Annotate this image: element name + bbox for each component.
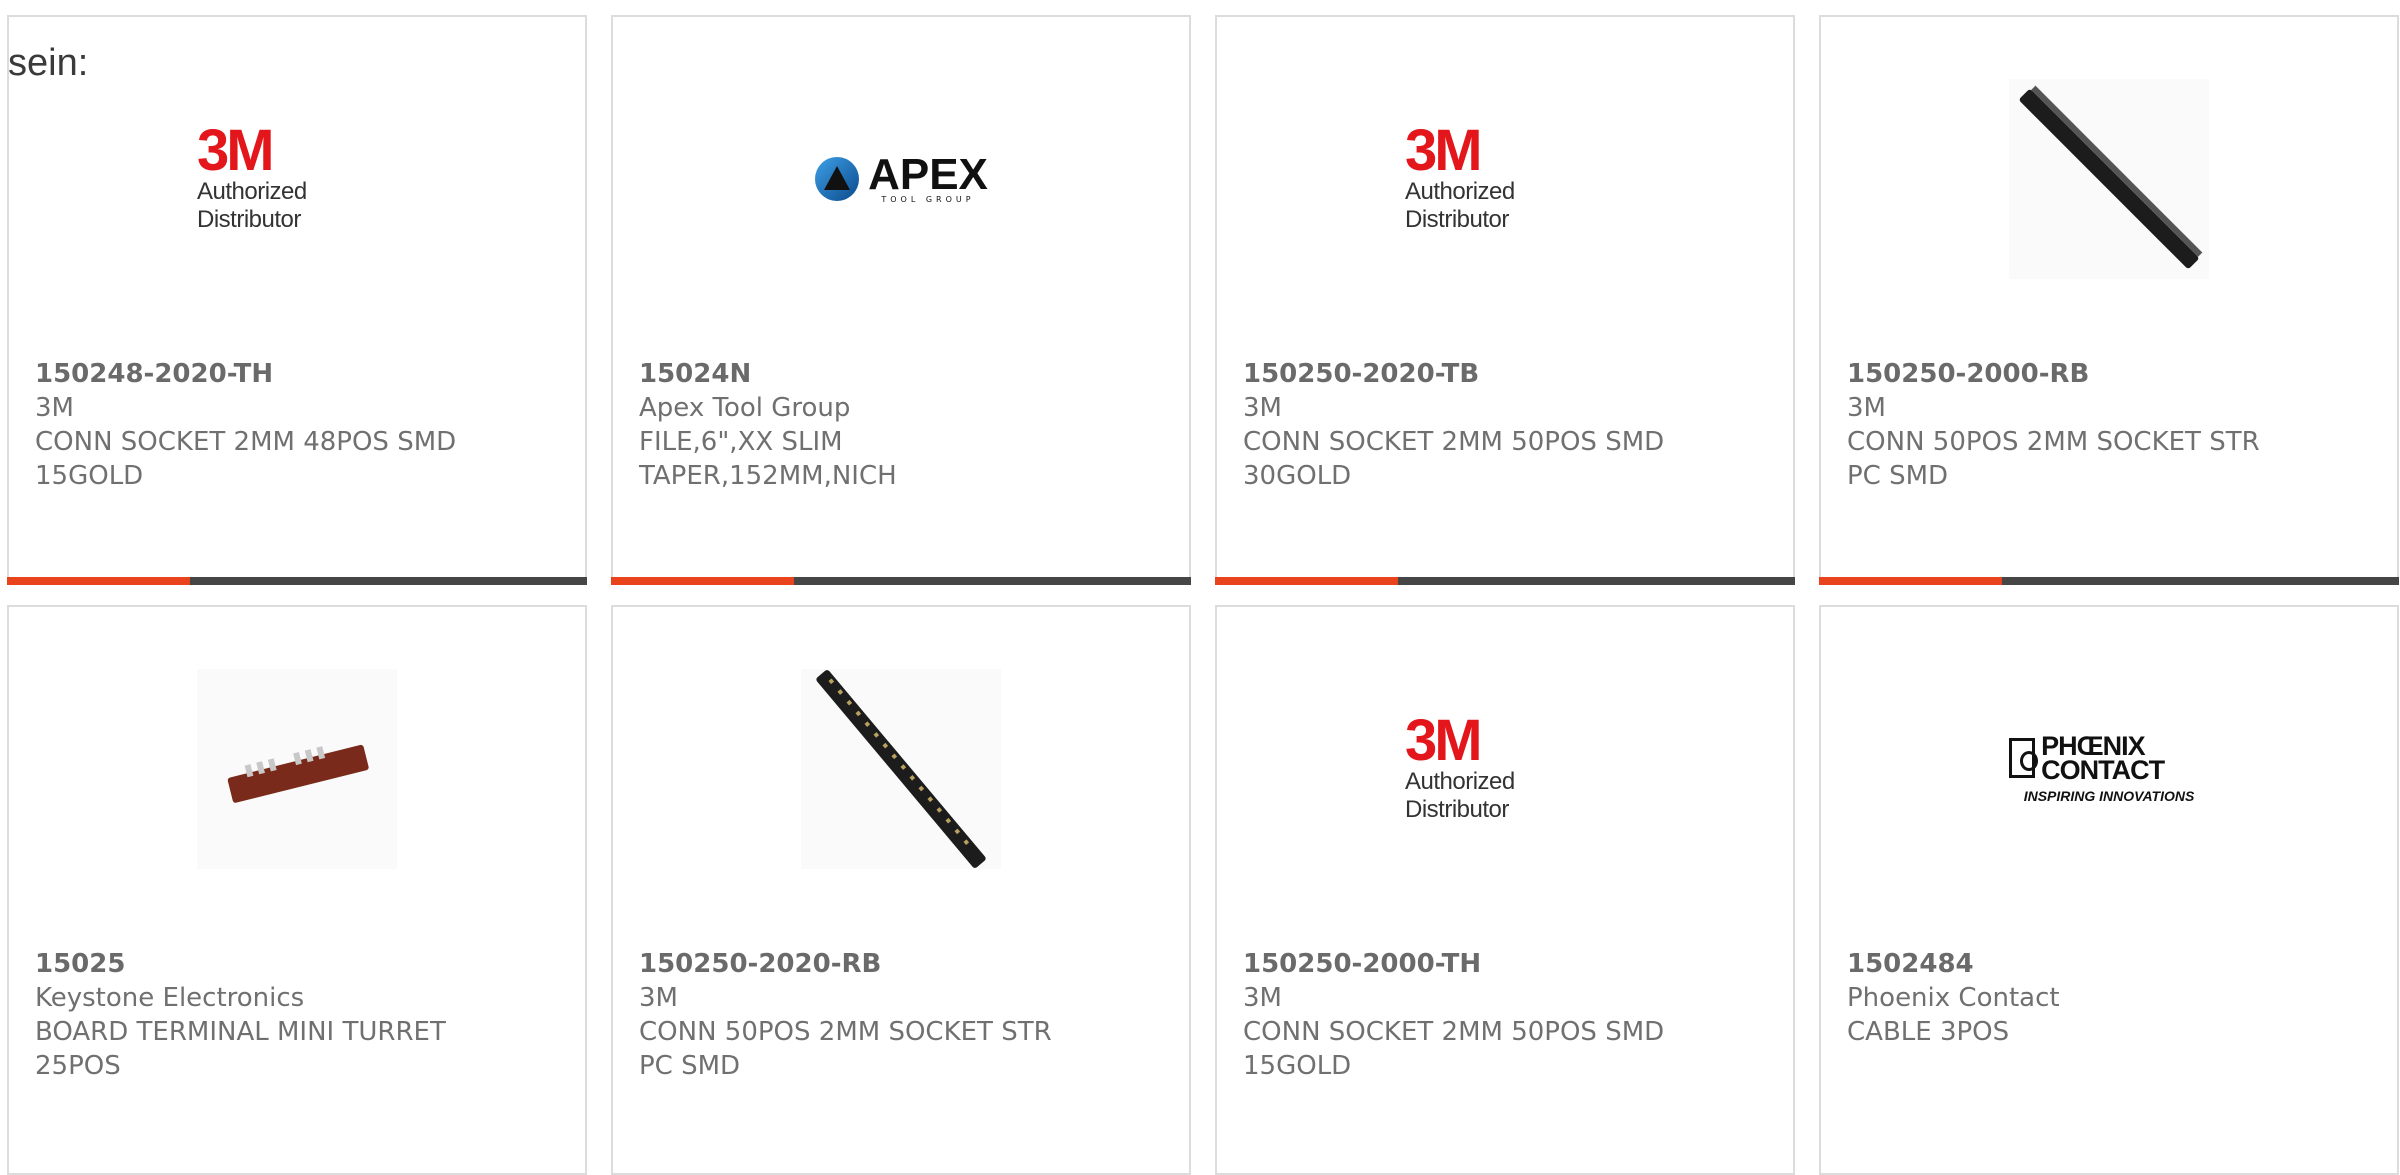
product-card[interactable]: 3M Authorized Distributor 150250-2020-TB … [1215, 15, 1795, 585]
description: FILE,6",XX SLIM TAPER,152MM,NICH [639, 427, 897, 491]
card-bottom-bar [1215, 577, 1795, 585]
apex-logo-image: APEX TOOL GROUP [801, 79, 1001, 279]
manufacturer: 3M [1847, 393, 1886, 423]
part-number[interactable]: 150250-2000-RB [1847, 357, 2377, 391]
product-card[interactable]: 150250-2000-RB 3M CONN 50POS 2MM SOCKET … [1819, 15, 2399, 585]
part-number[interactable]: 15025 [35, 947, 565, 981]
product-card[interactable]: 3M Authorized Distributor 150248-2020-TH … [7, 15, 587, 585]
description: CONN SOCKET 2MM 48POS SMD 15GOLD [35, 427, 457, 491]
logo-caption: TOOL GROUP [881, 194, 975, 204]
card-accent [611, 577, 794, 585]
logo-caption: Authorized Distributor [1405, 178, 1515, 233]
part-number[interactable]: 150248-2020-TH [35, 357, 565, 391]
product-card[interactable]: 3M Authorized Distributor 150250-2000-TH … [1215, 605, 1795, 1175]
logo-caption: Authorized Distributor [1405, 768, 1515, 823]
description: CONN 50POS 2MM SOCKET STR PC SMD [1847, 427, 2260, 491]
card-accent [1215, 577, 1398, 585]
3m-logo-image: 3M Authorized Distributor [1405, 669, 1605, 869]
3m-logo-image: 3M Authorized Distributor [1405, 79, 1605, 279]
manufacturer: 3M [1243, 983, 1282, 1013]
phoenix-logo-mark: PHŒNIX CONTACT [2041, 731, 2165, 785]
manufacturer: Apex Tool Group [639, 393, 851, 423]
product-card[interactable]: PHŒNIX CONTACT INSPIRING INNOVATIONS 150… [1819, 605, 2399, 1175]
part-number[interactable]: 150250-2000-TH [1243, 947, 1773, 981]
3m-logo-mark: 3M [197, 118, 275, 183]
intro-text: sein: [8, 42, 89, 84]
product-grid: 3M Authorized Distributor 150248-2020-TH … [7, 15, 2400, 1175]
description: CONN SOCKET 2MM 50POS SMD 30GOLD [1243, 427, 1665, 491]
turret-board-photo [197, 669, 397, 869]
3m-logo-mark: 3M [1405, 118, 1483, 183]
part-number[interactable]: 150250-2020-TB [1243, 357, 1773, 391]
part-number[interactable]: 150250-2020-RB [639, 947, 1169, 981]
description: CONN SOCKET 2MM 50POS SMD 15GOLD [1243, 1017, 1665, 1081]
connector-strip-photo [2009, 79, 2209, 279]
manufacturer: 3M [639, 983, 678, 1013]
card-bottom-bar [1819, 577, 2399, 585]
product-card[interactable]: 15025 Keystone Electronics BOARD TERMINA… [7, 605, 587, 1175]
description: CABLE 3POS [1847, 1017, 2010, 1047]
product-card[interactable]: 150250-2020-RB 3M CONN 50POS 2MM SOCKET … [611, 605, 1191, 1175]
part-number[interactable]: 15024N [639, 357, 1169, 391]
product-card[interactable]: APEX TOOL GROUP 15024N Apex Tool Group F… [611, 15, 1191, 585]
apex-logo-mark: APEX [868, 149, 988, 199]
part-number[interactable]: 1502484 [1847, 947, 2377, 981]
phoenix-logo-icon [2009, 738, 2039, 778]
3m-logo-mark: 3M [1405, 708, 1483, 773]
manufacturer: 3M [35, 393, 74, 423]
card-accent [1819, 577, 2002, 585]
card-accent [7, 577, 190, 585]
card-bottom-bar [611, 577, 1191, 585]
apex-circle-icon [815, 157, 860, 201]
connector-strip-photo [801, 669, 1001, 869]
manufacturer: Phoenix Contact [1847, 983, 2060, 1013]
manufacturer: 3M [1243, 393, 1282, 423]
phoenix-contact-logo-image: PHŒNIX CONTACT INSPIRING INNOVATIONS [2009, 669, 2209, 869]
description: BOARD TERMINAL MINI TURRET 25POS [35, 1017, 446, 1081]
manufacturer: Keystone Electronics [35, 983, 305, 1013]
logo-caption: Authorized Distributor [197, 178, 307, 233]
3m-logo-image: 3M Authorized Distributor [197, 79, 397, 279]
description: CONN 50POS 2MM SOCKET STR PC SMD [639, 1017, 1052, 1081]
logo-caption: INSPIRING INNOVATIONS [2023, 788, 2195, 804]
card-bottom-bar [7, 577, 587, 585]
